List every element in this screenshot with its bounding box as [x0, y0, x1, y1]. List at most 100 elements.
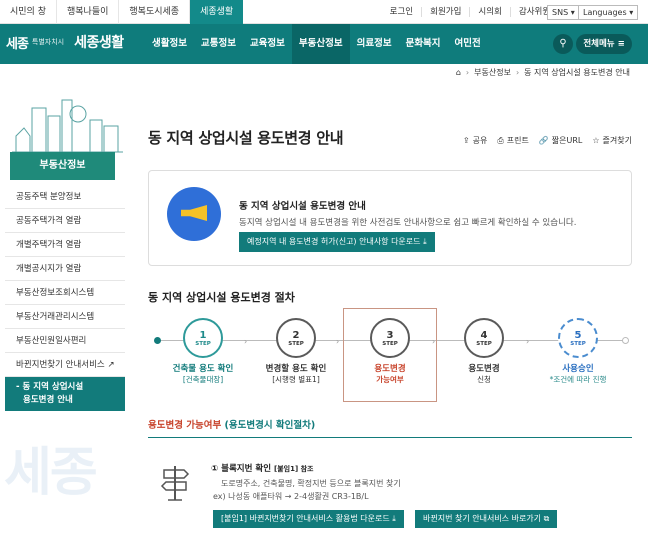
step-sub: *조건에 따라 진행 [549, 375, 607, 384]
sub-heading: 용도변경 가능여부 (용도변경시 확인절차) [148, 417, 632, 438]
site-logo[interactable]: 세종 특별자치시 세종생활 [6, 32, 124, 52]
print-icon: ⎙ [497, 135, 504, 145]
search-icon: ⚲ [559, 38, 567, 49]
intro-description: 동지역 상업시설 내 용도변경을 위한 사전검토 안내사항으로 쉽고 빠르게 확… [239, 218, 577, 228]
download-guide-button[interactable]: 예정지역 내 용도변경 허가(신고) 안내사항 다운로드 ⤓ [239, 232, 435, 252]
step-name: 변경할 용도 확인 [265, 364, 327, 374]
languages-label: Languages [583, 8, 627, 17]
step-circle: 5 STEP [558, 318, 598, 358]
step-label: STEP [570, 340, 586, 347]
sub-heading-note: (용도변경시 확인절차) [224, 420, 316, 431]
sidebar-item-land-price[interactable]: 개별공시지가 열람 [5, 257, 125, 281]
download-icon: ⤓ [423, 237, 427, 246]
sidebar-item-apartment-sale[interactable]: 공동주택 분양정보 [5, 185, 125, 209]
breadcrumb: ⌂ › 부동산정보 › 동 지역 상업시설 용도변경 안내 [456, 67, 630, 78]
sidebar-item-real-estate-system[interactable]: 부동산정보조회시스템 [5, 281, 125, 305]
item-title: ① 블록지번 확인 [붙임1] 참조 [211, 462, 313, 474]
print-label: 프린트 [506, 136, 529, 145]
sidebar-item-label: 바뀐지번찾기 안내서비스 [16, 360, 105, 370]
logo-sub: 특별자치시 [31, 38, 65, 46]
share-icon: ⇪ [462, 136, 470, 145]
short-url-button[interactable]: 🔗 짧은URL [539, 135, 583, 146]
sub-heading-main: 용도변경 가능여부 [148, 420, 222, 431]
page-title: 동 지역 상업시설 용도변경 안내 [148, 129, 344, 147]
intro-title: 동 지역 상업시설 용도변경 안내 [239, 201, 366, 212]
nav-traffic-info[interactable]: 교통정보 [194, 24, 243, 64]
step-number: 3 [386, 329, 394, 341]
step-sub: 신청 [477, 375, 491, 384]
download-icon: ⤓ [392, 514, 396, 523]
download-guide-label: 예정지역 내 용도변경 허가(신고) 안내사항 다운로드 [247, 237, 421, 246]
favorite-button[interactable]: ☆ 즐겨찾기 [592, 135, 632, 146]
download-lot-guide-label: [붙임1] 바뀐지번찾기 안내서비스 활용법 다운로드 [221, 514, 390, 523]
step-circle: 3 STEP [370, 318, 410, 358]
chevron-right-icon: › [515, 68, 520, 77]
chevron-down-icon: ▾ [570, 8, 575, 17]
sns-dropdown[interactable]: SNS ▾ [547, 5, 580, 20]
sidebar-item-transaction-system[interactable]: 부동산거래관리시스템 [5, 305, 125, 329]
tab-citizen-window[interactable]: 시민의 창 [0, 0, 57, 24]
nav-education-info[interactable]: 교육정보 [243, 24, 292, 64]
util-links: 로그인 회원가입 시의회 감사위원회 [382, 0, 566, 24]
page-tools: ⇪ 공유 ⎙ 프린트 🔗 짧은URL ☆ 즐겨찾기 [453, 135, 632, 146]
step-number: 5 [574, 329, 582, 341]
languages-dropdown[interactable]: Languages ▾ [578, 5, 639, 20]
step-circle: 4 STEP [464, 318, 504, 358]
search-button[interactable]: ⚲ [553, 34, 573, 54]
process-title: 동 지역 상업시설 용도변경 절차 [148, 291, 295, 304]
sidebar-item-house-price[interactable]: 개별주택가격 열람 [5, 233, 125, 257]
signup-link[interactable]: 회원가입 [421, 7, 469, 17]
sns-label: SNS [552, 8, 569, 17]
sidebar-item-civil-service[interactable]: 부동산민원일사편리 [5, 329, 125, 353]
short-url-label: 짧은URL [551, 136, 583, 145]
external-link-icon: ⧉ [543, 514, 550, 523]
sidebar: 부동산정보 공동주택 분양정보 공동주택가격 열람 개별주택가격 열람 개별공시… [0, 90, 128, 534]
chevron-right-icon: › [336, 337, 340, 346]
share-label: 공유 [472, 136, 488, 145]
top-utility-bar: 시민의 창 행복나들이 행복도시세종 세종생활 로그인 회원가입 시의회 감사위… [0, 0, 648, 24]
sidebar-item-commercial-use-change[interactable]: - 동 지역 상업시설 용도변경 안내 [5, 377, 125, 411]
step-1: 1 STEP 건축물 용도 확인 [건축물대장] [156, 308, 250, 385]
step-number: 1 [199, 329, 207, 341]
sidebar-item-label: 동 지역 상업시설 [22, 382, 84, 392]
print-button[interactable]: ⎙ 프린트 [497, 135, 529, 146]
nav-living-info[interactable]: 생활정보 [145, 24, 194, 64]
logo-mark: 세종 [6, 36, 29, 52]
breadcrumb-current: 동 지역 상업시설 용도변경 안내 [524, 68, 630, 77]
favorite-label: 즐겨찾기 [602, 136, 632, 145]
step-name: 사용승인 [562, 364, 594, 374]
step-4: 4 STEP 용도변경 신청 [437, 308, 531, 385]
home-icon[interactable]: ⌂ [456, 68, 461, 77]
download-lot-guide-button[interactable]: [붙임1] 바뀐지번찾기 안내서비스 활용법 다운로드 ⤓ [213, 510, 404, 528]
tab-sejong-life[interactable]: 세종생활 [190, 0, 244, 24]
item-description: 도로명주소, 건축물명, 확정지번 등으로 블록지번 찾기 [221, 479, 401, 488]
lot-search-shortcut-label: 바뀐지번 찾기 안내서비스 바로가기 [423, 514, 542, 523]
sidebar-item-changed-lot[interactable]: 바뀐지번찾기 안내서비스 ↗ [5, 353, 125, 377]
tab-happy-outing[interactable]: 행복나들이 [57, 0, 120, 24]
nav-real-estate-info[interactable]: 부동산정보 [291, 24, 350, 64]
link-icon: 🔗 [538, 136, 549, 145]
sidebar-item-label-line1: - 동 지역 상업시설 [16, 382, 84, 392]
sidebar-item-apartment-price[interactable]: 공동주택가격 열람 [5, 209, 125, 233]
council-link[interactable]: 시의회 [469, 7, 509, 17]
step-sub: [시행령 별표1] [272, 375, 320, 384]
share-button[interactable]: ⇪ 공유 [463, 135, 487, 146]
step-circle: 2 STEP [276, 318, 316, 358]
nav-yeominjeon[interactable]: 여민전 [448, 24, 488, 64]
tab-happy-city[interactable]: 행복도시세종 [119, 0, 191, 24]
nav-medical-info[interactable]: 의료정보 [350, 24, 399, 64]
all-menu-button[interactable]: 전체메뉴 ≡ [576, 34, 632, 54]
step-circle: 1 STEP [183, 318, 223, 358]
signpost-icon [160, 466, 190, 501]
step-name: 용도변경 [374, 364, 406, 374]
item-example: ex) 나성동 애플타워 → 2-4생활권 CR3-1B/L [213, 492, 369, 501]
nav-culture-welfare[interactable]: 문화복지 [399, 24, 448, 64]
all-menu-label: 전체메뉴 [583, 39, 615, 49]
chevron-right-icon: › [432, 337, 436, 346]
chevron-right-icon: › [526, 337, 530, 346]
login-link[interactable]: 로그인 [382, 7, 421, 17]
item-tag: [붙임1] 참조 [274, 465, 314, 473]
breadcrumb-item[interactable]: 부동산정보 [474, 67, 511, 78]
lot-search-shortcut-button[interactable]: 바뀐지번 찾기 안내서비스 바로가기 ⧉ [415, 510, 558, 528]
step-2: 2 STEP 변경할 용도 확인 [시행령 별표1] [249, 308, 343, 385]
